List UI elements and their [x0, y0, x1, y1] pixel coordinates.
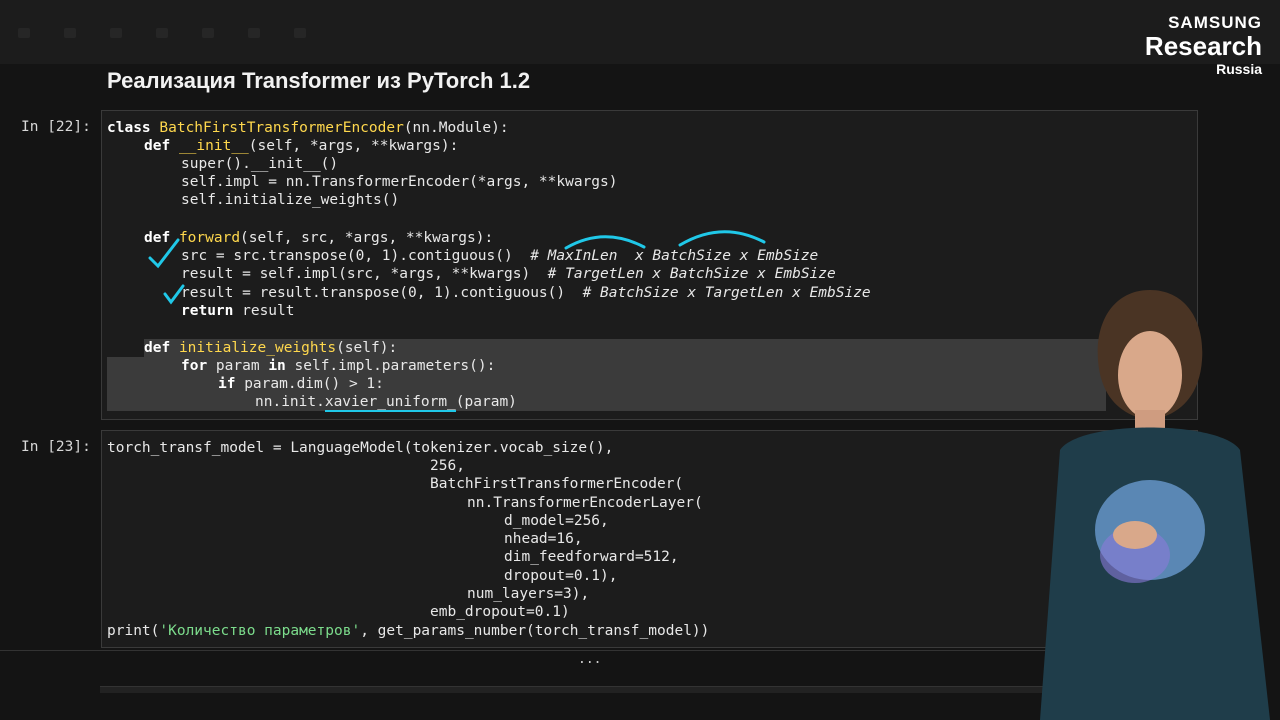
- code-text: (self):: [336, 340, 398, 356]
- code-line: nn.TransformerEncoderLayer(: [467, 495, 703, 511]
- code-text: (nn.Module):: [403, 120, 509, 136]
- toolbar-icon[interactable]: [294, 28, 306, 38]
- toolbar-icon[interactable]: [156, 28, 168, 38]
- logo-line-2: Research: [1144, 31, 1262, 61]
- keyword: in: [268, 358, 286, 374]
- keyword: return: [181, 303, 234, 319]
- code-line: if param.dim() > 1:: [218, 375, 384, 393]
- top-bar: [0, 0, 1280, 64]
- code-line: dropout=0.1),: [504, 568, 618, 584]
- function-name: forward: [178, 230, 241, 246]
- code-line: print('Количество параметров', get_param…: [107, 622, 709, 640]
- code-text: self.impl.parameters():: [285, 358, 496, 374]
- keyword: if: [218, 376, 236, 392]
- presenter-video: [1040, 290, 1270, 720]
- toolbar-ghost: [18, 28, 306, 38]
- samsung-research-logo: SAMSUNG Research Russia: [1145, 14, 1262, 76]
- code-line: super().__init__(): [181, 156, 339, 172]
- notebook-heading: Реализация Transformer из PyTorch 1.2: [107, 68, 531, 93]
- logo-line-1: SAMSUNG: [1168, 13, 1262, 32]
- cell-prompt: In [23]:: [21, 439, 91, 455]
- code-comment: # MaxInLen x BatchSize x EmbSize: [530, 248, 819, 264]
- code-line: src = src.transpose(0, 1).contiguous() #…: [181, 247, 818, 265]
- code-line: def forward(self, src, *args, **kwargs):: [144, 229, 493, 247]
- code-line: self.initialize_weights(): [181, 192, 400, 208]
- function-name: initialize_weights: [178, 340, 337, 356]
- toolbar-icon[interactable]: [202, 28, 214, 38]
- code-text: nn.init.: [255, 394, 325, 410]
- keyword: def: [144, 230, 171, 246]
- code-comment: # TargetLen x BatchSize x EmbSize: [547, 266, 836, 282]
- code-line: nn.init.xavier_uniform_(param): [255, 393, 517, 412]
- code-line: emb_dropout=0.1): [430, 604, 570, 620]
- keyword: def: [144, 340, 171, 356]
- presenter-face: [1118, 331, 1182, 419]
- toolbar-icon[interactable]: [64, 28, 76, 38]
- code-comment: # BatchSize x TargetLen x EmbSize: [582, 285, 871, 301]
- keyword: class: [107, 120, 151, 136]
- code-text: result: [233, 303, 295, 319]
- code-text: (param): [455, 394, 517, 410]
- code-text: (self, src, *args, **kwargs):: [240, 230, 494, 246]
- code-text: , get_params_number(torch_transf_model)): [360, 623, 710, 639]
- code-line: BatchFirstTransformerEncoder(: [430, 476, 684, 492]
- string-literal: 'Количество параметров': [159, 623, 361, 639]
- code-line: result = self.impl(src, *args, **kwargs)…: [181, 265, 836, 283]
- toolbar-icon[interactable]: [110, 28, 122, 38]
- code-text: (self, *args, **kwargs):: [248, 138, 459, 154]
- underlined-function: xavier_uniform_: [324, 394, 456, 412]
- presenter-hands: [1113, 521, 1157, 549]
- code-line: def initialize_weights(self):: [144, 339, 397, 357]
- code-line: torch_transf_model = LanguageModel(token…: [107, 440, 614, 456]
- code-line: for param in self.impl.parameters():: [181, 357, 495, 375]
- keyword: def: [144, 138, 171, 154]
- cell-prompt: In [22]:: [21, 119, 91, 135]
- class-name: BatchFirstTransformerEncoder: [159, 120, 404, 136]
- code-line: num_layers=3),: [467, 586, 590, 602]
- code-line: class BatchFirstTransformerEncoder(nn.Mo…: [107, 119, 509, 137]
- keyword: for: [181, 358, 208, 374]
- function-name: __init__: [178, 138, 249, 154]
- next-cell-partial: [100, 686, 1070, 693]
- code-line: 256,: [430, 458, 465, 474]
- logo-line-3: Russia: [1216, 61, 1262, 77]
- code-line: nhead=16,: [504, 531, 583, 547]
- toolbar-icon[interactable]: [18, 28, 30, 38]
- code-line: return result: [181, 302, 295, 320]
- code-line: def __init__(self, *args, **kwargs):: [144, 137, 458, 155]
- code-text: param: [207, 358, 269, 374]
- code-line: self.impl = nn.TransformerEncoder(*args,…: [181, 174, 618, 190]
- code-text: param.dim() > 1:: [235, 376, 384, 392]
- code-line: result = result.transpose(0, 1).contiguo…: [181, 284, 871, 302]
- code-text: src = src.transpose(0, 1).contiguous(): [181, 248, 531, 264]
- code-text: result = result.transpose(0, 1).contiguo…: [181, 285, 583, 301]
- code-text: result = self.impl(src, *args, **kwargs): [181, 266, 548, 282]
- collapsed-output-ellipsis[interactable]: ...: [578, 652, 601, 667]
- code-text: print(: [107, 623, 160, 639]
- output-separator: [0, 650, 1070, 651]
- toolbar-icon[interactable]: [248, 28, 260, 38]
- code-line: d_model=256,: [504, 513, 609, 529]
- code-line: dim_feedforward=512,: [504, 549, 679, 565]
